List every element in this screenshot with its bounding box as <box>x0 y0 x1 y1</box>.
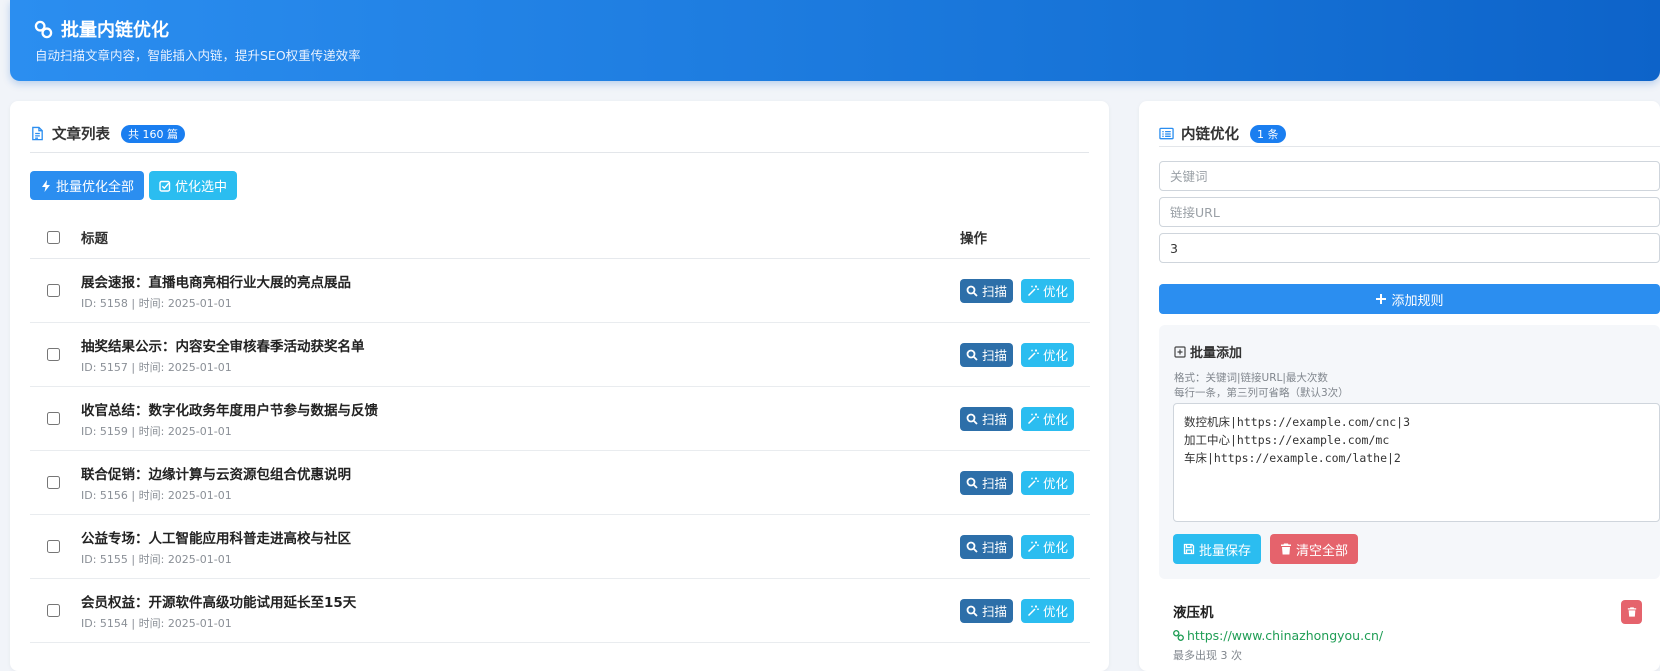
save-icon <box>1183 543 1195 555</box>
article-title[interactable]: 收官总结：数字化政务年度用户节参与数据与反馈 <box>81 399 956 419</box>
batch-actions: 批量保存 清空全部 <box>1173 534 1359 564</box>
clear-all-button[interactable]: 清空全部 <box>1270 534 1359 564</box>
article-meta: ID: 5154 | 时间: 2025-01-01 <box>81 616 232 630</box>
file-icon <box>32 126 43 141</box>
search-icon <box>966 413 978 425</box>
keyword-input[interactable] <box>1159 161 1660 191</box>
scan-button[interactable]: 扫描 <box>960 342 1014 367</box>
table-row: 收官总结：数字化政务年度用户节参与数据与反馈 ID: 5159 | 时间: 20… <box>30 387 1090 451</box>
link-optimize-card: 内链优化 1 条 添加规则 批量添加 格式：关键词|链接URL|最大次数 每行一… <box>1139 101 1660 671</box>
row-checkbox[interactable] <box>47 412 60 425</box>
scan-button[interactable]: 扫描 <box>960 470 1014 495</box>
article-meta: ID: 5156 | 时间: 2025-01-01 <box>81 488 232 502</box>
article-title[interactable]: 联合促销：边缘计算与云资源包组合优惠说明 <box>81 463 956 483</box>
link-rule-item: 液压机 https://www.chinazhongyou.cn/ 最多出现 3… <box>1173 601 1643 663</box>
search-icon <box>966 605 978 617</box>
article-title[interactable]: 展会速报：直播电商亮相行业大展的亮点展品 <box>81 271 956 291</box>
article-list-card: 文章列表 共 160 篇 批量优化全部 优化选中 标题 操作 展会速报：直播电商… <box>10 101 1109 671</box>
magic-wand-icon <box>1027 349 1039 360</box>
trash-icon <box>1627 607 1636 617</box>
row-checkbox[interactable] <box>47 604 60 617</box>
rule-count-badge: 1 条 <box>1250 124 1286 143</box>
optimize-button[interactable]: 优化 <box>1021 534 1075 559</box>
article-toolbar: 批量优化全部 优化选中 <box>30 171 238 200</box>
page-title: 批量内链优化 <box>34 16 169 42</box>
magic-wand-icon <box>1027 413 1039 424</box>
magic-wand-icon <box>1027 285 1039 296</box>
batch-rules-textarea[interactable]: 数控机床|https://example.com/cnc|3 加工中心|http… <box>1173 403 1660 522</box>
scan-button[interactable]: 扫描 <box>960 598 1014 623</box>
article-table: 标题 操作 展会速报：直播电商亮相行业大展的亮点展品 ID: 5158 | 时间… <box>30 216 1090 643</box>
select-all-checkbox[interactable] <box>47 230 60 244</box>
article-meta: ID: 5158 | 时间: 2025-01-01 <box>81 296 232 310</box>
optimize-selected-button[interactable]: 优化选中 <box>149 171 238 200</box>
article-count-badge: 共 160 篇 <box>121 124 185 143</box>
link-url-input[interactable] <box>1159 197 1660 227</box>
divider <box>30 152 1089 153</box>
page-title-text: 批量内链优化 <box>61 20 169 41</box>
rule-limit: 最多出现 3 次 <box>1173 649 1242 662</box>
search-icon <box>966 477 978 489</box>
add-rule-button[interactable]: 添加规则 <box>1159 284 1660 314</box>
batch-save-button[interactable]: 批量保存 <box>1173 534 1262 564</box>
list-icon <box>1159 127 1174 140</box>
batch-line-hint: 每行一条，第三列可省略（默认3次） <box>1174 387 1349 399</box>
article-meta: ID: 5159 | 时间: 2025-01-01 <box>81 424 232 438</box>
row-checkbox[interactable] <box>47 540 60 553</box>
article-title[interactable]: 公益专场：人工智能应用科普走进高校与社区 <box>81 527 956 547</box>
article-list-title: 文章列表 <box>52 127 110 143</box>
optimize-button[interactable]: 优化 <box>1021 342 1075 367</box>
batch-add-panel: 批量添加 格式：关键词|链接URL|最大次数 每行一条，第三列可省略（默认3次）… <box>1159 325 1660 579</box>
link-icon <box>34 20 53 38</box>
max-count-input[interactable] <box>1159 233 1660 263</box>
trash-icon <box>1281 543 1292 555</box>
search-icon <box>966 285 978 297</box>
table-row: 展会速报：直播电商亮相行业大展的亮点展品 ID: 5158 | 时间: 2025… <box>30 259 1090 323</box>
table-header: 标题 操作 <box>30 216 1090 259</box>
link-optimize-header: 内链优化 1 条 <box>1159 123 1286 144</box>
magic-wand-icon <box>1027 541 1039 552</box>
scan-button[interactable]: 扫描 <box>960 534 1014 559</box>
table-row: 抽奖结果公示：内容安全审核春季活动获奖名单 ID: 5157 | 时间: 202… <box>30 323 1090 387</box>
optimize-button[interactable]: 优化 <box>1021 470 1075 495</box>
link-optimize-title: 内链优化 <box>1181 127 1239 143</box>
delete-rule-button[interactable] <box>1621 600 1642 624</box>
check-square-icon <box>159 180 171 192</box>
search-icon <box>966 349 978 361</box>
batch-optimize-all-button[interactable]: 批量优化全部 <box>30 171 145 200</box>
link-icon <box>1173 630 1184 641</box>
table-row: 联合促销：边缘计算与云资源包组合优惠说明 ID: 5156 | 时间: 2025… <box>30 451 1090 515</box>
divider <box>1159 146 1660 147</box>
plus-square-icon <box>1174 345 1186 358</box>
scan-button[interactable]: 扫描 <box>960 278 1014 303</box>
rule-keyword: 液压机 <box>1173 605 1214 621</box>
optimize-button[interactable]: 优化 <box>1021 406 1075 431</box>
article-title[interactable]: 抽奖结果公示：内容安全审核春季活动获奖名单 <box>81 335 956 355</box>
optimize-button[interactable]: 优化 <box>1021 278 1075 303</box>
article-meta: ID: 5157 | 时间: 2025-01-01 <box>81 360 232 374</box>
page-banner: 批量内链优化 自动扫描文章内容，智能插入内链，提升SEO权重传递效率 <box>10 0 1660 81</box>
search-icon <box>966 541 978 553</box>
plus-icon <box>1376 294 1387 304</box>
row-checkbox[interactable] <box>47 284 60 297</box>
row-checkbox[interactable] <box>47 348 60 361</box>
magic-wand-icon <box>1027 605 1039 616</box>
magic-wand-icon <box>1027 477 1039 488</box>
rule-url[interactable]: https://www.chinazhongyou.cn/ <box>1173 628 1643 643</box>
batch-add-title: 批量添加 <box>1174 342 1242 361</box>
optimize-button[interactable]: 优化 <box>1021 598 1075 623</box>
row-checkbox[interactable] <box>47 476 60 489</box>
article-title[interactable]: 会员权益：开源软件高级功能试用延长至15天 <box>81 591 956 611</box>
page-subtitle: 自动扫描文章内容，智能插入内链，提升SEO权重传递效率 <box>35 48 361 63</box>
article-list-header: 文章列表 共 160 篇 <box>30 123 185 144</box>
bolt-icon <box>42 179 50 192</box>
column-ops-header: 操作 <box>960 231 987 247</box>
table-row: 会员权益：开源软件高级功能试用延长至15天 ID: 5154 | 时间: 202… <box>30 579 1090 643</box>
table-row: 公益专场：人工智能应用科普走进高校与社区 ID: 5155 | 时间: 2025… <box>30 515 1090 579</box>
article-meta: ID: 5155 | 时间: 2025-01-01 <box>81 552 232 566</box>
scan-button[interactable]: 扫描 <box>960 406 1014 431</box>
column-title-header: 标题 <box>81 231 108 247</box>
batch-format-hint: 格式：关键词|链接URL|最大次数 <box>1174 372 1328 384</box>
